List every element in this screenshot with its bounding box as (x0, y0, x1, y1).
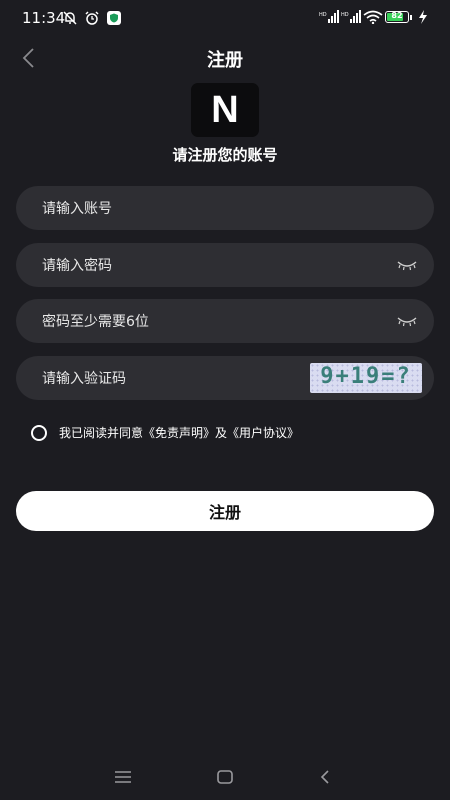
menu-icon (115, 771, 131, 783)
disclaimer-link[interactable]: 《免责声明》 (143, 426, 215, 440)
battery-icon: 82 (385, 11, 412, 23)
captcha-input[interactable] (40, 356, 294, 402)
captcha-image[interactable]: 9+19=? (310, 363, 422, 393)
confirm-password-visibility-toggle[interactable] (396, 311, 418, 331)
register-button[interactable]: 注册 (16, 491, 434, 531)
status-right-icons: HD HD 82 (319, 9, 434, 25)
home-button[interactable] (212, 766, 238, 788)
agreement-row: 我已阅读并同意《免责声明》及《用户协议》 (31, 424, 299, 441)
password-input[interactable] (40, 243, 384, 289)
password-field (16, 243, 434, 289)
home-icon (217, 770, 233, 784)
password-visibility-toggle[interactable] (396, 255, 418, 275)
charging-icon (418, 9, 434, 25)
eye-closed-icon (397, 261, 417, 271)
status-bar: 11:34 HD HD 82 (0, 0, 450, 36)
back-icon (320, 770, 329, 784)
confirm-password-field (16, 299, 434, 345)
system-back-button[interactable] (312, 766, 338, 788)
nav-header: 注册 (0, 38, 450, 78)
eye-closed-icon (397, 317, 417, 327)
agree-checkbox[interactable] (31, 424, 47, 441)
captcha-text: 9+19=? (320, 364, 412, 389)
shield-app-icon (106, 10, 122, 26)
status-time: 11:34 (22, 9, 66, 27)
captcha-field: 9+19=? (16, 356, 434, 402)
battery-level: 82 (391, 11, 403, 20)
status-left-icons (62, 10, 122, 26)
subtitle: 请注册您的账号 (172, 146, 278, 164)
user-agreement-link[interactable]: 《用户协议》 (227, 426, 299, 440)
agreement-connector: 及 (215, 426, 228, 440)
page-title: 注册 (207, 50, 243, 71)
hd-signal-icon: HD (341, 9, 361, 25)
confirm-password-input[interactable] (40, 299, 384, 345)
muted-bell-icon (62, 10, 78, 26)
app-logo: N (191, 83, 259, 137)
logo-letter: N (211, 89, 239, 131)
agreement-prefix: 我已阅读并同意 (59, 426, 144, 440)
svg-text:HD: HD (319, 12, 327, 18)
menu-button[interactable] (110, 766, 136, 788)
agreement-text: 我已阅读并同意《免责声明》及《用户协议》 (59, 424, 299, 441)
wifi-icon (363, 9, 383, 25)
alarm-icon (84, 10, 100, 26)
account-field (16, 186, 434, 232)
system-navigation-bar (0, 756, 450, 800)
hd-signal-icon: HD (319, 9, 339, 25)
account-input[interactable] (40, 186, 384, 232)
svg-text:HD: HD (341, 12, 349, 18)
